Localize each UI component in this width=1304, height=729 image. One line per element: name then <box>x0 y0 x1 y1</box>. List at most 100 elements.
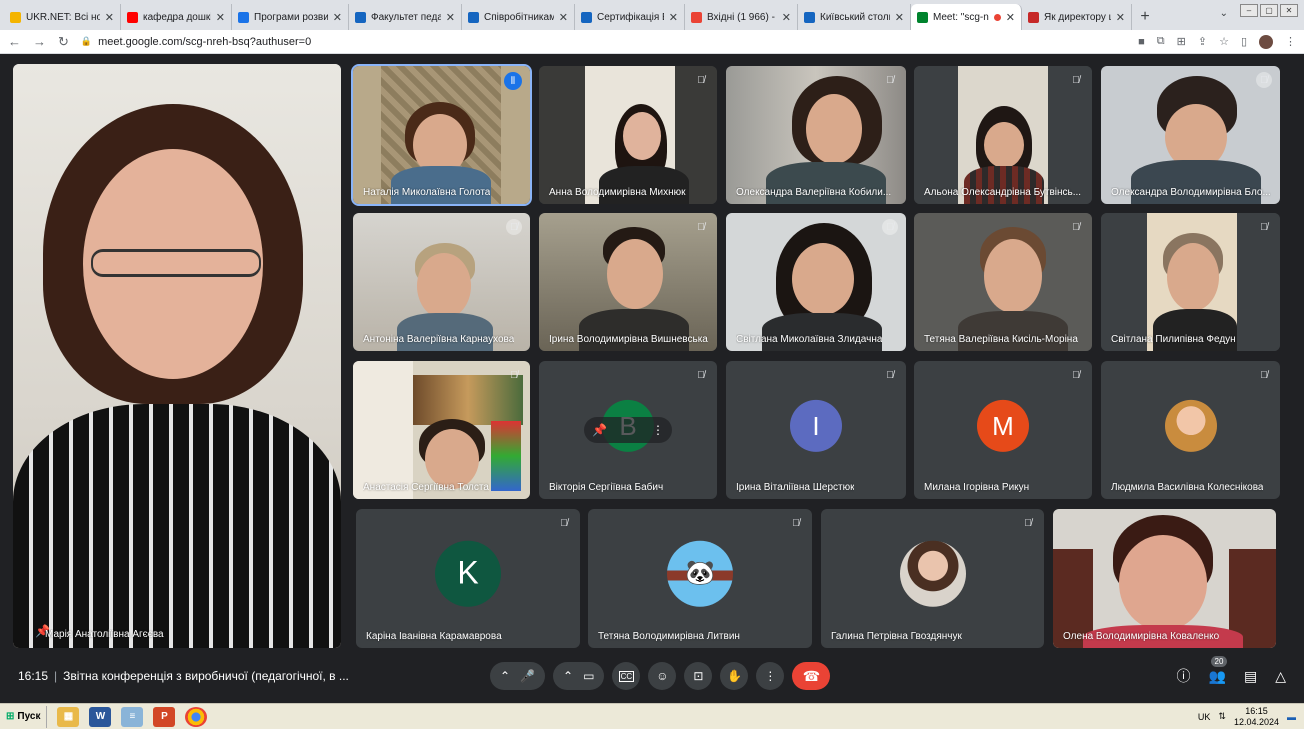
participant-name: Вікторія Сергіївна Бабич <box>549 482 664 493</box>
close-tab-icon[interactable]: ✕ <box>446 11 455 24</box>
sidepanel-icon[interactable]: ▯ <box>1241 35 1247 48</box>
more-options-button[interactable]: ⋮ <box>756 662 785 690</box>
participant-video <box>353 66 530 204</box>
participant-tile[interactable]: 🎙̸ Тетяна Валеріївна Кисіль-Моріна <box>914 213 1092 351</box>
tab-search-chevron-icon[interactable]: ⌄ <box>1220 8 1228 19</box>
close-tab-icon[interactable]: ✕ <box>895 11 904 24</box>
back-arrow-icon[interactable]: ← <box>8 34 21 49</box>
word-taskbar-icon[interactable]: W <box>89 706 112 727</box>
meeting-details-icon[interactable]: ⓘ <box>1177 666 1191 686</box>
close-tab-icon[interactable]: ✕ <box>105 11 114 24</box>
camera-icon[interactable]: ▭ <box>583 669 594 683</box>
close-tab-icon[interactable]: ✕ <box>333 11 342 24</box>
new-tab-button[interactable]: + <box>1132 4 1158 30</box>
participant-tile[interactable]: 🎙̸ Олександра Валеріївна Кобили... <box>726 66 906 204</box>
close-tab-icon[interactable]: ✕ <box>1006 11 1015 24</box>
close-tab-icon[interactable]: ✕ <box>559 11 568 24</box>
tab-kafedra[interactable]: кафедра дошкільн✕ <box>121 4 232 30</box>
tab-gmail[interactable]: Вхідні (1 966) - o.k✕ <box>685 4 798 30</box>
network-icon[interactable]: ⇅ <box>1218 711 1226 722</box>
close-tab-icon[interactable]: ✕ <box>216 11 225 24</box>
system-tray: UK ⇅ 16:15 12.04.2024 ▬ <box>1198 706 1304 728</box>
participant-tile[interactable]: ⦀ Наталія Миколаївна Голота <box>351 64 532 206</box>
captions-button[interactable]: CC <box>612 662 641 690</box>
url-text[interactable]: meet.google.com/scg-nreh-bsq?authuser=0 <box>98 36 311 48</box>
participant-tile[interactable]: 🎙̸ Олександра Володимирівна Бло... <box>1101 66 1280 204</box>
participant-tile[interactable]: М 🎙̸ Милана Ігорівна Рикун <box>914 361 1092 499</box>
more-options-icon[interactable]: ⋮ <box>652 423 664 437</box>
share-icon[interactable]: ⇪ <box>1198 35 1207 48</box>
url-field[interactable]: 🔒 meet.google.com/scg-nreh-bsq?authuser=… <box>81 36 311 48</box>
menu-dots-icon[interactable]: ⋮ <box>1285 35 1296 48</box>
pin-icon[interactable]: 📌 <box>592 423 607 437</box>
participant-tile[interactable]: 🎙̸ Ірина Володимирівна Вишневська <box>539 213 717 351</box>
tab-programy[interactable]: Програми розвитк✕ <box>232 4 349 30</box>
powerpoint-taskbar-icon[interactable]: P <box>153 706 176 727</box>
participant-tile[interactable]: K 🎙̸ Каріна Іванівна Карамаврова <box>356 509 580 648</box>
participant-tile[interactable]: Олена Володимирівна Коваленко <box>1053 509 1276 648</box>
clock[interactable]: 16:15 12.04.2024 <box>1234 706 1279 728</box>
recording-dot-icon <box>993 13 1001 21</box>
participant-name: Олександра Володимирівна Бло... <box>1111 187 1271 198</box>
participant-tile[interactable]: 🎙̸ Світлана Миколаївна Злидачна <box>726 213 906 351</box>
maximize-icon[interactable]: ▢ <box>1260 4 1278 17</box>
close-tab-icon[interactable]: ✕ <box>782 11 791 24</box>
tab-meet[interactable]: Meet: "scg-nre✕ <box>911 4 1022 30</box>
camera-in-use-icon[interactable]: ■ <box>1138 36 1145 48</box>
language-indicator[interactable]: UK <box>1198 712 1211 722</box>
participant-tile[interactable]: В 📌 ⋮ 🎙̸ Вікторія Сергіївна Бабич <box>539 361 717 499</box>
profile-avatar[interactable] <box>1259 34 1273 49</box>
window-close-icon[interactable]: ✕ <box>1280 4 1298 17</box>
present-screen-icon: ⊡ <box>693 669 704 683</box>
bookmark-star-icon[interactable]: ☆ <box>1219 35 1229 48</box>
tab-sertyfikatsiia[interactable]: Сертифікація ЕНК✕ <box>575 4 685 30</box>
emoji-icon: ☺ <box>656 669 669 683</box>
chevron-up-icon[interactable]: ⌃ <box>563 669 573 683</box>
raise-hand-button[interactable]: ✋ <box>720 662 749 690</box>
camera-control[interactable]: ⌃ ▭ <box>553 662 605 690</box>
chat-icon[interactable]: ▤ <box>1244 668 1257 685</box>
participant-name: Ірина Віталіївна Шерстюк <box>736 482 855 493</box>
speaking-indicator-icon: ⦀ <box>504 72 522 90</box>
minimize-icon[interactable]: – <box>1240 4 1258 17</box>
file-explorer-taskbar-icon[interactable]: ▦ <box>57 706 80 727</box>
participant-name: Милана Ігорівна Рикун <box>924 482 1030 493</box>
participant-tile[interactable]: 🎙̸ Анастасія Сергіївна Толста <box>353 361 530 499</box>
participant-tile[interactable]: 🎙̸ Анна Володимирівна Михнюк <box>539 66 717 204</box>
present-button[interactable]: ⊡ <box>684 662 713 690</box>
translate-icon[interactable]: ⊞ <box>1177 35 1186 48</box>
mic-icon[interactable]: 🎤 <box>520 669 535 683</box>
forward-arrow-icon[interactable]: → <box>33 34 46 49</box>
tab-yak-dyrektoru[interactable]: Як директору шко✕ <box>1022 4 1132 30</box>
tile-hover-controls[interactable]: 📌 ⋮ <box>584 417 672 443</box>
chevron-up-icon[interactable]: ⌃ <box>500 669 510 683</box>
activities-icon[interactable]: △ <box>1275 668 1286 685</box>
people-button[interactable]: 20 👥 <box>1209 655 1228 685</box>
leave-call-button[interactable]: ☎ <box>792 662 831 690</box>
close-tab-icon[interactable]: ✕ <box>669 11 678 24</box>
show-desktop-icon[interactable]: ▬ <box>1287 712 1296 722</box>
participant-tile[interactable]: 🎙̸ Альона Олександрівна Бутвінсь... <box>914 66 1092 204</box>
participant-tile[interactable]: 🐼 🎙̸ Тетяна Володимирівна Литвин <box>588 509 812 648</box>
participant-tile[interactable]: 🎙̸ Галина Петрівна Гвоздянчук <box>821 509 1044 648</box>
chrome-taskbar-icon[interactable] <box>185 706 208 727</box>
notepad-taskbar-icon[interactable]: ≡ <box>121 706 144 727</box>
tab-fakultet[interactable]: Факультет педагогі✕ <box>349 4 462 30</box>
participant-name: Антоніна Валеріївна Карнаухова <box>363 334 515 345</box>
pinned-participant-tile[interactable]: 📌 Марія Анатоліївна Агєєва <box>13 64 341 648</box>
phone-hangup-icon: ☎ <box>802 667 821 684</box>
hand-icon: ✋ <box>726 669 742 683</box>
screenshot-icon[interactable]: ⧉ <box>1157 35 1165 48</box>
reload-icon[interactable]: ↻ <box>58 34 69 50</box>
tab-ukrnet[interactable]: UKR.NET: Всі нови✕ <box>4 4 121 30</box>
reactions-button[interactable]: ☺ <box>648 662 677 690</box>
mic-control[interactable]: ⌃ 🎤 <box>490 662 546 690</box>
close-tab-icon[interactable]: ✕ <box>1116 11 1125 24</box>
participant-tile[interactable]: 🎙̸ Людмила Василівна Колеснікова <box>1101 361 1280 499</box>
start-button[interactable]: ⊞ Пуск <box>0 705 48 728</box>
participant-tile[interactable]: І 🎙̸ Ірина Віталіївна Шерстюк <box>726 361 906 499</box>
participant-tile[interactable]: 🎙̸ Антоніна Валеріївна Карнаухова <box>353 213 530 351</box>
participant-tile[interactable]: 🎙̸ Світлана Пилипівна Федун <box>1101 213 1280 351</box>
tab-spivrobitnykam[interactable]: Співробітникам ✕ <box>462 4 575 30</box>
tab-kyivskyi[interactable]: Київський столичн✕ <box>798 4 911 30</box>
